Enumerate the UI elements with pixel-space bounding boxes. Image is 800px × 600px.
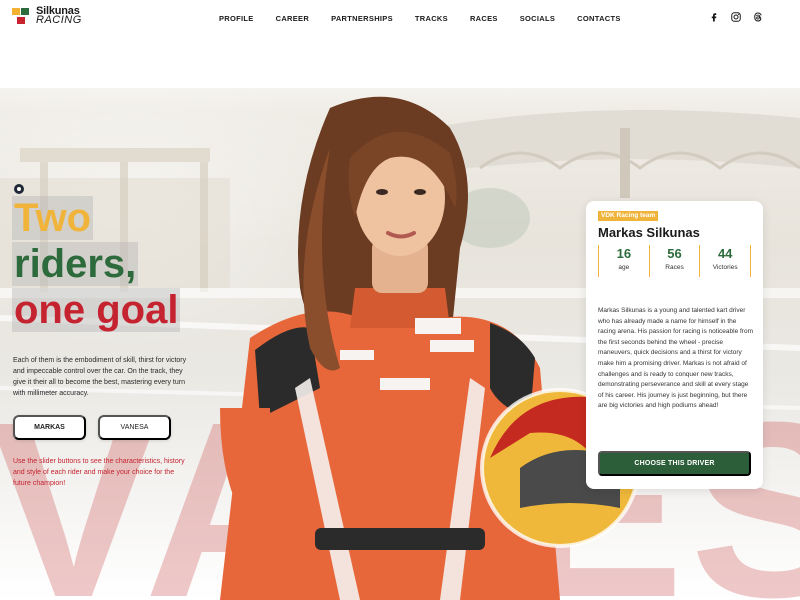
headline-line-1: Two [12, 196, 94, 240]
instagram-icon[interactable] [730, 11, 742, 23]
rider-vanesa-button[interactable]: VANESA [98, 415, 171, 440]
rider-markas-button[interactable]: MARKAS [13, 415, 86, 440]
stat-victories: 44 Victories [699, 245, 752, 277]
logo-subtitle: RACING [36, 14, 82, 26]
nav-career[interactable]: CAREER [276, 14, 309, 23]
stat-value: 44 [717, 246, 733, 261]
stat-races: 56 Races [648, 245, 700, 277]
main-nav: PROFILE CAREER PARTNERSHIPS TRACKS RACES… [219, 14, 621, 23]
team-badge: VDK Racing team [598, 211, 659, 221]
headline-line-3: one goal [12, 288, 181, 332]
stat-age: 16 age [598, 245, 649, 277]
nav-profile[interactable]: PROFILE [219, 14, 254, 23]
nav-partnerships[interactable]: PARTNERSHIPS [331, 14, 393, 23]
driver-portrait [220, 96, 640, 600]
logo-mark-icon [12, 7, 32, 25]
team-emblem-icon [14, 184, 24, 194]
threads-icon[interactable] [752, 11, 764, 23]
headline-line-2: riders, [12, 242, 139, 286]
social-links [698, 11, 764, 23]
stat-value: 16 [616, 246, 632, 261]
driver-stats: 16 age 56 Races 44 Victories [598, 245, 752, 277]
stat-label: age [618, 264, 630, 271]
nav-races[interactable]: RACES [470, 14, 498, 23]
hero-description: Each of them is the embodiment of skill,… [13, 357, 187, 397]
choose-driver-button[interactable]: CHOOSE THIS DRIVER [598, 451, 751, 476]
nav-contacts[interactable]: CONTACTS [577, 14, 621, 23]
stat-label: Races [665, 264, 684, 271]
driver-name: Markas Silkunas [598, 225, 700, 240]
brand-logo[interactable]: Silkunas RACING [12, 6, 82, 26]
driver-bio: Markas Silkunas is a young and talented … [598, 307, 753, 410]
nav-tracks[interactable]: TRACKS [415, 14, 448, 23]
logo-text: Silkunas RACING [36, 6, 82, 26]
driver-card: VDK Racing team Markas Silkunas 16 age 5… [586, 201, 763, 489]
nav-socials[interactable]: SOCIALS [520, 14, 555, 23]
facebook-icon[interactable] [708, 11, 720, 23]
slider-hint-text: Use the slider buttons to see the charac… [13, 458, 185, 487]
stat-label: Victories [712, 264, 738, 271]
hero-headline: Two riders, one goal [12, 196, 181, 334]
site-header: Silkunas RACING PROFILE CAREER PARTNERSH… [0, 0, 800, 40]
stat-value: 56 [667, 246, 682, 261]
